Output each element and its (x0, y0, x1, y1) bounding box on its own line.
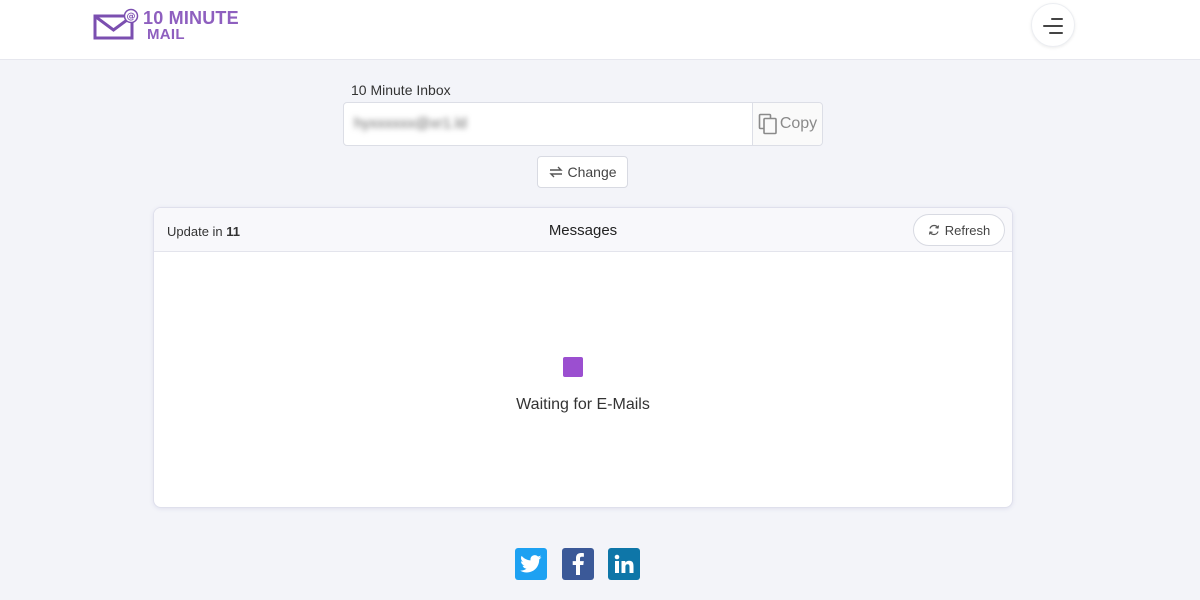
site-logo[interactable]: @ 10 MINUTE MAIL (93, 8, 239, 48)
email-address-value[interactable]: hyxxxxxx@xr1.ld (344, 103, 752, 145)
waiting-status-text: Waiting for E-Mails (516, 396, 650, 413)
change-button[interactable]: Change (537, 156, 628, 188)
logo-text: 10 MINUTE MAIL (143, 8, 239, 42)
twitter-icon (520, 555, 542, 573)
inbox-email-field: hyxxxxxx@xr1.ld Copy (343, 102, 823, 146)
messages-panel: Update in 11 Messages Refresh Waiting fo… (153, 207, 1013, 508)
copy-button-label: Copy (779, 115, 818, 132)
twitter-share-link[interactable] (515, 548, 547, 580)
copy-icon (758, 113, 777, 135)
linkedin-share-link[interactable] (608, 548, 640, 580)
copy-button[interactable]: Copy (752, 103, 822, 145)
logo-line-2: MAIL (147, 26, 185, 43)
refresh-button[interactable]: Refresh (913, 214, 1005, 246)
logo-line-1: 10 MINUTE (143, 8, 239, 28)
messages-title: Messages (548, 222, 618, 239)
messages-panel-header: Update in 11 Messages Refresh (154, 208, 1012, 252)
menu-button[interactable] (1031, 3, 1075, 47)
refresh-button-label: Refresh (944, 222, 991, 238)
linkedin-icon (614, 554, 634, 573)
inbox-label: 10 Minute Inbox (351, 82, 451, 98)
hamburger-menu-icon-line (1049, 32, 1063, 34)
hamburger-menu-icon-line (1043, 25, 1063, 27)
envelope-logo-icon: @ (93, 8, 139, 40)
swap-arrows-icon (549, 166, 564, 178)
update-countdown: Update in 11 (167, 224, 240, 239)
refresh-icon (928, 224, 939, 236)
hamburger-menu-icon-line (1051, 18, 1063, 20)
facebook-share-link[interactable] (562, 548, 594, 580)
svg-text:@: @ (127, 12, 136, 22)
loading-indicator (563, 357, 583, 377)
update-prefix: Update in (167, 224, 223, 239)
change-button-label: Change (567, 164, 617, 180)
top-navbar: @ 10 MINUTE MAIL (0, 0, 1200, 60)
update-seconds: 11 (226, 224, 241, 239)
facebook-icon (572, 553, 584, 575)
